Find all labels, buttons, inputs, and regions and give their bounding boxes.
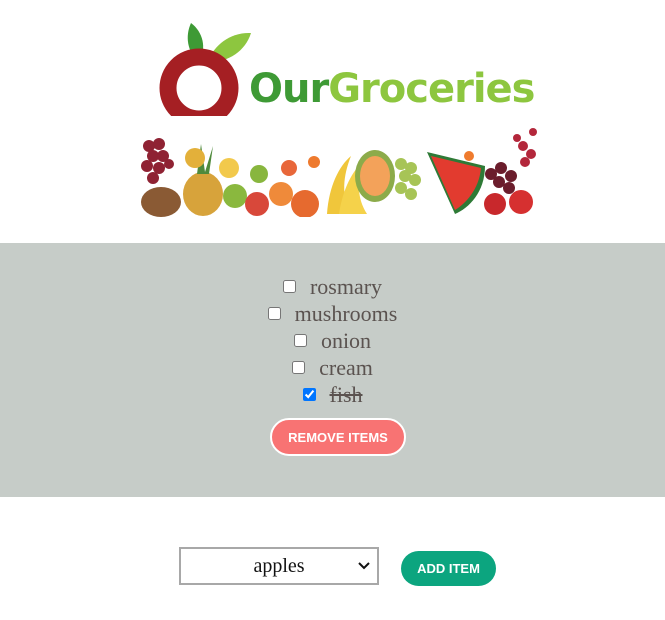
- list-item[interactable]: mushrooms: [0, 300, 665, 327]
- item-select-dropdown[interactable]: apples: [179, 547, 379, 585]
- list-item[interactable]: rosmary: [0, 273, 665, 300]
- logo-banner: OurGroceries: [139, 18, 539, 217]
- remove-items-button[interactable]: REMOVE ITEMS: [270, 418, 406, 456]
- item-label: fish: [329, 381, 363, 407]
- add-item-area: apples ADD ITEM: [0, 497, 665, 620]
- list-item[interactable]: cream: [0, 354, 665, 381]
- item-label: onion: [320, 327, 372, 353]
- item-checkbox[interactable]: [282, 280, 296, 293]
- brand-groceries: Groceries: [328, 66, 535, 112]
- item-label: cream: [319, 354, 373, 380]
- item-checkbox[interactable]: [302, 388, 316, 401]
- item-label: mushrooms: [294, 300, 398, 326]
- selected-option: apples: [253, 554, 305, 577]
- item-checkbox[interactable]: [293, 334, 307, 347]
- brand-wordmark: OurGroceries: [249, 66, 535, 112]
- add-item-button[interactable]: ADD ITEM: [401, 551, 496, 586]
- brand-our: Our: [249, 66, 329, 112]
- app-header: OurGroceries: [0, 0, 665, 243]
- item-checkbox[interactable]: [267, 307, 281, 320]
- list-item[interactable]: onion: [0, 327, 665, 354]
- produce-banner-image: [139, 116, 539, 217]
- chevron-down-icon: [358, 562, 370, 570]
- item-label: rosmary: [309, 273, 383, 299]
- list-item[interactable]: fish: [0, 381, 665, 408]
- grocery-list: rosmary mushrooms onion cream fish: [0, 273, 665, 408]
- grocery-list-panel: rosmary mushrooms onion cream fish REMOV…: [0, 243, 665, 497]
- item-checkbox[interactable]: [292, 361, 306, 374]
